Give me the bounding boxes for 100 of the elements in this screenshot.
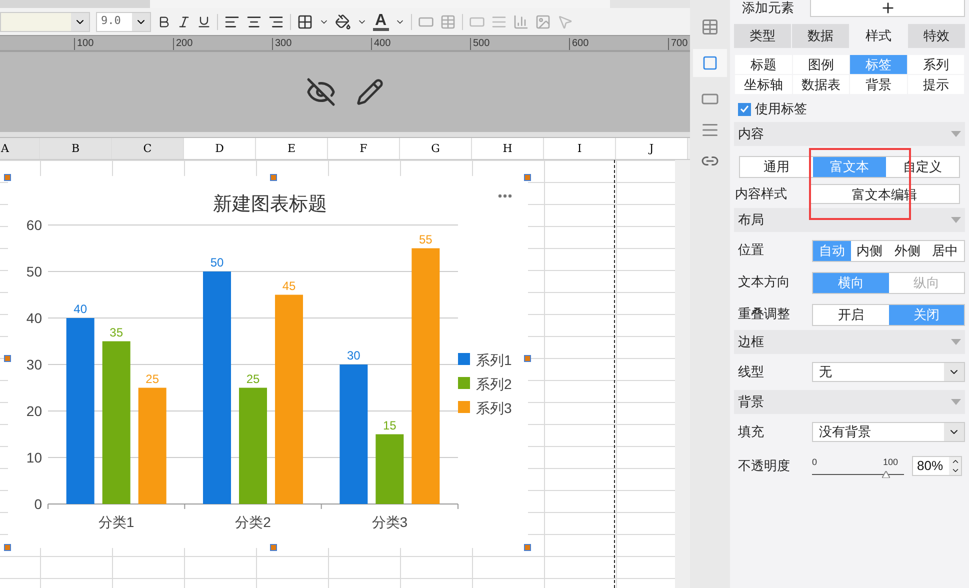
section-header[interactable]: 背景: [734, 390, 965, 414]
resize-handle[interactable]: [524, 544, 531, 551]
dropdown-field[interactable]: 无: [812, 362, 965, 382]
column-header[interactable]: E: [256, 138, 328, 159]
section-header[interactable]: 布局: [734, 208, 965, 232]
column-header[interactable]: H: [472, 138, 544, 159]
bold-icon[interactable]: [157, 14, 171, 28]
plus-icon[interactable]: [880, 0, 896, 16]
resize-handle[interactable]: [4, 355, 11, 362]
field-label: 内容样式: [735, 185, 788, 204]
field-label: 不透明度: [737, 457, 791, 476]
field-label: 填充: [737, 423, 765, 442]
slider-thumb[interactable]: [882, 471, 890, 478]
sub-tab[interactable]: 数据表: [792, 75, 849, 94]
collapse-triangle-icon[interactable]: [951, 399, 961, 405]
column-header[interactable]: J: [616, 138, 688, 159]
lines-icon[interactable]: [490, 14, 507, 30]
segment-option[interactable]: 居中: [926, 241, 964, 261]
italic-icon[interactable]: [177, 14, 191, 28]
resize-handle[interactable]: [4, 174, 11, 181]
checkbox-label: 使用标签: [755, 100, 807, 118]
axis-tick-label: 40: [26, 310, 42, 326]
segment-option[interactable]: 内侧: [850, 241, 888, 261]
data-label: 25: [246, 372, 260, 386]
sub-tab[interactable]: 图例: [792, 55, 849, 74]
column-header[interactable]: C: [112, 138, 184, 159]
legend-label: 系列2: [476, 376, 512, 392]
eye-off-icon[interactable]: [306, 77, 336, 107]
tab[interactable]: 特效: [908, 24, 965, 48]
sub-tab[interactable]: 背景: [850, 75, 906, 94]
font-name-field[interactable]: [0, 12, 90, 32]
data-label: 30: [346, 348, 360, 362]
column-header[interactable]: G: [400, 138, 472, 159]
axis-tick-label: 60: [26, 217, 42, 233]
axis-tick-label: 30: [26, 356, 42, 372]
underline-icon[interactable]: [197, 14, 211, 28]
paint-bucket-icon[interactable]: [335, 14, 351, 30]
legend-label: 系列3: [476, 400, 512, 416]
bar: [376, 434, 404, 504]
chart-panel[interactable]: 新建图表标题 0 10 20 30 40 50 60 分类1 40 35 25 分类2 50 25 45 分类3 30 15 55 系列1 系列2 系列3: [8, 176, 528, 548]
square-icon[interactable]: [702, 55, 718, 71]
column-header[interactable]: D: [184, 138, 256, 159]
section-header[interactable]: 内容: [734, 122, 965, 146]
align-left-icon[interactable]: [224, 14, 240, 30]
resize-handle[interactable]: [270, 544, 277, 551]
axis-tick-label: 10: [26, 450, 42, 466]
data-label: 40: [74, 302, 88, 316]
field-label: 位置: [737, 241, 765, 259]
sidebar-item[interactable]: [693, 49, 727, 77]
scrollbar-track[interactable]: [675, 160, 690, 588]
align-right-icon[interactable]: [268, 14, 284, 30]
opacity-field[interactable]: 80%: [912, 456, 962, 476]
data-label: 50: [210, 256, 224, 270]
column-header[interactable]: I: [544, 138, 616, 159]
dropdown-field[interactable]: 没有背景: [812, 422, 965, 442]
sub-tab[interactable]: 坐标轴: [735, 75, 792, 94]
collapse-triangle-icon[interactable]: [951, 339, 961, 345]
font-size-field[interactable]: 9.0: [96, 12, 151, 32]
chart-title: 新建图表标题: [213, 194, 327, 215]
table-icon[interactable]: [701, 18, 719, 36]
column-header[interactable]: B: [40, 138, 112, 159]
segment-option[interactable]: 外侧: [888, 241, 926, 261]
section-header[interactable]: 边框: [734, 330, 965, 354]
resize-handle[interactable]: [524, 174, 531, 181]
table-icon[interactable]: [440, 14, 456, 30]
column-header[interactable]: A: [0, 138, 40, 159]
resize-handle[interactable]: [4, 544, 11, 551]
tab[interactable]: 类型: [734, 24, 791, 48]
pencil-icon[interactable]: [356, 78, 384, 106]
category-label: 分类2: [235, 514, 271, 530]
sub-tab[interactable]: 系列: [908, 55, 964, 74]
checkbox[interactable]: [738, 102, 751, 116]
column-header[interactable]: F: [328, 138, 400, 159]
collapse-triangle-icon[interactable]: [951, 217, 961, 223]
category-label: 分类1: [98, 514, 134, 530]
data-label: 45: [282, 278, 296, 293]
border-icon[interactable]: [297, 14, 313, 30]
axis-tick-label: 0: [34, 496, 42, 512]
pointer-icon[interactable]: [556, 14, 573, 30]
tab[interactable]: 数据: [792, 24, 849, 48]
font-color-button[interactable]: A: [373, 12, 389, 30]
segment-option[interactable]: 开启: [813, 305, 888, 325]
segment-option[interactable]: 通用: [740, 157, 813, 177]
add-element-label: 添加元素: [742, 0, 795, 18]
collapse-triangle-icon[interactable]: [951, 131, 961, 137]
sub-tab[interactable]: 提示: [908, 75, 964, 94]
resize-handle[interactable]: [270, 174, 277, 181]
align-center-icon[interactable]: [246, 14, 262, 30]
category-label: 分类3: [372, 514, 408, 530]
legend-label: 系列1: [476, 352, 512, 368]
more-icon[interactable]: [498, 194, 512, 198]
step-up-icon[interactable]: [950, 457, 960, 466]
resize-handle[interactable]: [524, 355, 531, 362]
step-down-icon[interactable]: [950, 466, 960, 475]
sub-tab[interactable]: 标题: [735, 55, 792, 74]
image-icon[interactable]: [534, 14, 551, 30]
field-label: 线型: [737, 363, 765, 382]
bar-chart-icon[interactable]: [512, 14, 529, 30]
field-label: 重叠调整: [737, 305, 791, 323]
axis-tick-label: 20: [26, 403, 42, 419]
